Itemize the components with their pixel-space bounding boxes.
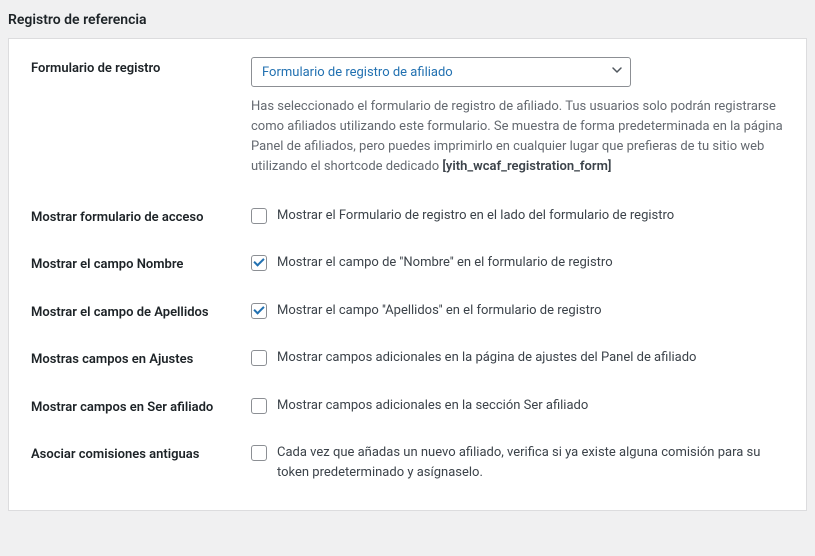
label-show-login: Mostrar formulario de acceso — [31, 206, 251, 225]
control-registration-form: Formulario de registro de afiliado Has s… — [251, 57, 784, 178]
label-associate-commissions: Asociar comisiones antiguas — [31, 443, 251, 462]
label-show-surname: Mostrar el campo de Apellidos — [31, 301, 251, 320]
desc-show-name: Mostrar el campo de ''Nombre'' en el for… — [277, 253, 613, 273]
checkline-show-name: Mostrar el campo de ''Nombre'' en el for… — [251, 253, 784, 273]
row-associate-commissions: Asociar comisiones antiguas Cada vez que… — [31, 429, 784, 496]
control-associate-commissions: Cada vez que añadas un nuevo afiliado, v… — [251, 443, 784, 482]
row-show-login: Mostrar formulario de acceso Mostrar el … — [31, 192, 784, 240]
desc-show-surname: Mostrar el campo ''Apellidos'' en el for… — [277, 301, 602, 321]
checkbox-show-name[interactable] — [251, 255, 267, 271]
control-show-settings-fields: Mostrar campos adicionales en la página … — [251, 348, 784, 368]
label-show-settings-fields: Mostras campos en Ajustes — [31, 348, 251, 367]
registration-form-help: Has seleccionado el formulario de regist… — [251, 97, 784, 178]
checkbox-associate-commissions[interactable] — [251, 445, 267, 461]
shortcode-text: [yith_wcaf_registration_form] — [442, 159, 611, 174]
checkbox-show-surname[interactable] — [251, 303, 267, 319]
row-show-surname: Mostrar el campo de Apellidos Mostrar el… — [31, 287, 784, 335]
checkbox-show-settings-fields[interactable] — [251, 350, 267, 366]
registration-form-select-wrap: Formulario de registro de afiliado — [251, 57, 631, 87]
checkline-show-surname: Mostrar el campo ''Apellidos'' en el for… — [251, 301, 784, 321]
control-show-affiliate-fields: Mostrar campos adicionales en la sección… — [251, 396, 784, 416]
desc-show-login: Mostrar el Formulario de registro en el … — [277, 206, 674, 226]
section-title: Registro de referencia — [0, 0, 815, 38]
checkline-show-affiliate-fields: Mostrar campos adicionales en la sección… — [251, 396, 784, 416]
control-show-surname: Mostrar el campo ''Apellidos'' en el for… — [251, 301, 784, 321]
checkline-show-settings-fields: Mostrar campos adicionales en la página … — [251, 348, 784, 368]
label-show-name: Mostrar el campo Nombre — [31, 253, 251, 272]
desc-associate-commissions: Cada vez que añadas un nuevo afiliado, v… — [277, 443, 784, 482]
registration-form-select-value: Formulario de registro de afiliado — [262, 65, 453, 80]
checkbox-show-affiliate-fields[interactable] — [251, 398, 267, 414]
checkline-associate-commissions: Cada vez que añadas un nuevo afiliado, v… — [251, 443, 784, 482]
control-show-name: Mostrar el campo de ''Nombre'' en el for… — [251, 253, 784, 273]
label-show-affiliate-fields: Mostrar campos en Ser afiliado — [31, 396, 251, 415]
checkbox-show-login[interactable] — [251, 208, 267, 224]
settings-panel: Formulario de registro Formulario de reg… — [8, 38, 807, 511]
desc-show-settings-fields: Mostrar campos adicionales en la página … — [277, 348, 696, 368]
row-show-affiliate-fields: Mostrar campos en Ser afiliado Mostrar c… — [31, 382, 784, 430]
label-registration-form: Formulario de registro — [31, 57, 251, 76]
row-show-settings-fields: Mostras campos en Ajustes Mostrar campos… — [31, 334, 784, 382]
desc-show-affiliate-fields: Mostrar campos adicionales en la sección… — [277, 396, 588, 416]
row-registration-form: Formulario de registro Formulario de reg… — [31, 57, 784, 192]
row-show-name: Mostrar el campo Nombre Mostrar el campo… — [31, 239, 784, 287]
control-show-login: Mostrar el Formulario de registro en el … — [251, 206, 784, 226]
checkline-show-login: Mostrar el Formulario de registro en el … — [251, 206, 784, 226]
registration-form-select[interactable]: Formulario de registro de afiliado — [251, 57, 631, 87]
